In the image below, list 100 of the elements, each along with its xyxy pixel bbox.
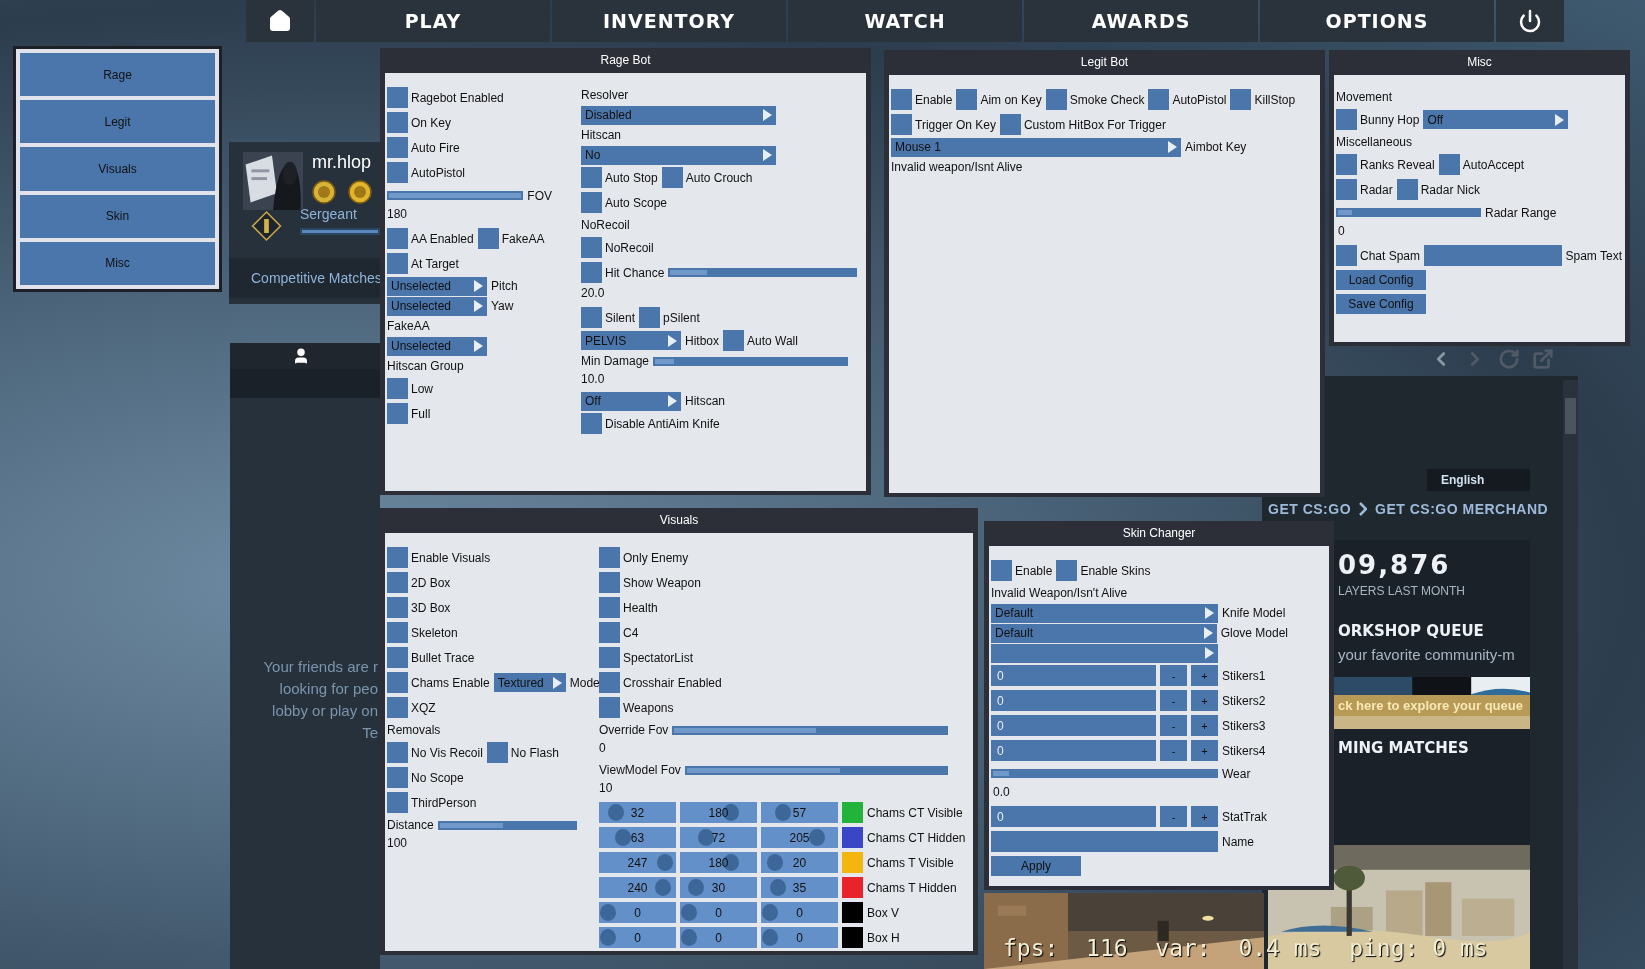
stepper-button[interactable]: + bbox=[1191, 690, 1218, 711]
checkbox[interactable] bbox=[387, 742, 408, 763]
color-slider[interactable]: 240 bbox=[599, 877, 676, 898]
menu-button[interactable]: Skin bbox=[20, 194, 215, 238]
slider[interactable] bbox=[684, 765, 948, 775]
menu-button[interactable]: Misc bbox=[20, 241, 215, 285]
checkbox[interactable] bbox=[1148, 89, 1170, 110]
checkbox[interactable] bbox=[1396, 179, 1418, 200]
color-slider[interactable]: 32 bbox=[599, 802, 676, 823]
checkbox[interactable] bbox=[891, 89, 912, 110]
checkbox[interactable] bbox=[599, 547, 620, 568]
checkbox[interactable] bbox=[387, 228, 408, 249]
checkbox[interactable] bbox=[387, 403, 408, 424]
color-slider[interactable]: 180 bbox=[680, 802, 757, 823]
checkbox[interactable] bbox=[581, 167, 602, 188]
color-slider[interactable]: 57 bbox=[761, 802, 838, 823]
checkbox[interactable] bbox=[1438, 154, 1460, 175]
checkbox[interactable] bbox=[999, 114, 1021, 135]
checkbox[interactable] bbox=[387, 697, 408, 718]
checkbox[interactable] bbox=[581, 192, 602, 213]
color-slider[interactable]: 0 bbox=[761, 902, 838, 923]
color-slider[interactable]: 30 bbox=[680, 877, 757, 898]
checkbox[interactable] bbox=[599, 572, 620, 593]
dropdown[interactable]: Off bbox=[1423, 110, 1569, 129]
menu-button[interactable]: Legit bbox=[20, 100, 215, 144]
slider-thumb[interactable] bbox=[688, 879, 705, 896]
color-swatch[interactable] bbox=[842, 802, 863, 823]
color-slider[interactable]: 20 bbox=[761, 852, 838, 873]
color-slider[interactable]: 72 bbox=[680, 827, 757, 848]
checkbox[interactable] bbox=[599, 622, 620, 643]
stepper-button[interactable]: - bbox=[1160, 806, 1187, 827]
color-slider[interactable]: 0 bbox=[761, 927, 838, 948]
slider-thumb[interactable] bbox=[762, 904, 778, 921]
checkbox[interactable] bbox=[486, 742, 508, 763]
checkbox[interactable] bbox=[387, 547, 408, 568]
checkbox[interactable] bbox=[387, 378, 408, 399]
slider[interactable] bbox=[672, 725, 948, 735]
checkbox[interactable] bbox=[581, 413, 602, 434]
color-slider[interactable]: 0 bbox=[599, 902, 676, 923]
checkbox[interactable] bbox=[387, 253, 408, 274]
dropdown[interactable]: Mouse 1 bbox=[891, 137, 1181, 157]
checkbox[interactable] bbox=[956, 89, 978, 110]
checkbox[interactable] bbox=[387, 597, 408, 618]
dropdown[interactable]: Off bbox=[581, 391, 681, 411]
checkbox[interactable] bbox=[387, 572, 408, 593]
nav-tab[interactable]: PLAY bbox=[316, 0, 550, 42]
slider-thumb[interactable] bbox=[600, 929, 616, 946]
color-slider[interactable]: 205 bbox=[761, 827, 838, 848]
slider-thumb[interactable] bbox=[774, 804, 791, 821]
text-field[interactable]: 0 bbox=[991, 665, 1156, 686]
slider[interactable] bbox=[991, 769, 1218, 778]
person-icon[interactable] bbox=[292, 347, 310, 365]
stepper-button[interactable]: + bbox=[1191, 665, 1218, 686]
color-swatch[interactable] bbox=[842, 902, 863, 923]
color-slider[interactable]: 0 bbox=[680, 902, 757, 923]
scrollbar[interactable] bbox=[1563, 380, 1578, 969]
checkbox[interactable] bbox=[1336, 154, 1357, 175]
stepper-button[interactable]: + bbox=[1191, 715, 1218, 736]
stepper-button[interactable]: - bbox=[1160, 715, 1187, 736]
color-slider[interactable]: 0 bbox=[599, 927, 676, 948]
color-swatch[interactable] bbox=[842, 927, 863, 948]
dropdown[interactable]: Disabled bbox=[581, 105, 776, 125]
checkbox[interactable] bbox=[387, 622, 408, 643]
text-field[interactable]: 0 bbox=[991, 806, 1156, 827]
text-field[interactable] bbox=[991, 831, 1218, 852]
checkbox[interactable] bbox=[387, 112, 408, 133]
color-swatch[interactable] bbox=[842, 852, 863, 873]
checkbox[interactable] bbox=[387, 162, 408, 183]
slider-thumb[interactable] bbox=[762, 929, 778, 946]
slider-thumb[interactable] bbox=[607, 804, 624, 821]
language-selector[interactable]: English bbox=[1427, 469, 1530, 491]
refresh-icon[interactable] bbox=[1498, 348, 1520, 370]
checkbox[interactable] bbox=[599, 697, 620, 718]
dropdown[interactable]: Default bbox=[991, 603, 1218, 623]
slider-thumb[interactable] bbox=[770, 879, 787, 896]
slider[interactable] bbox=[1336, 208, 1481, 217]
nav-tab[interactable]: OPTIONS bbox=[1260, 0, 1494, 42]
checkbox[interactable] bbox=[387, 767, 408, 788]
dropdown[interactable]: Textured bbox=[493, 673, 566, 692]
slider-thumb[interactable] bbox=[681, 929, 697, 946]
home-icon[interactable] bbox=[246, 0, 314, 42]
stepper-button[interactable]: - bbox=[1160, 690, 1187, 711]
dropdown[interactable]: PELVIS bbox=[581, 331, 681, 350]
slider-thumb[interactable] bbox=[614, 829, 631, 846]
text-field[interactable]: 0 bbox=[991, 715, 1156, 736]
slider[interactable] bbox=[653, 356, 849, 366]
color-slider[interactable]: 247 bbox=[599, 852, 676, 873]
color-slider[interactable]: 63 bbox=[599, 827, 676, 848]
power-icon[interactable] bbox=[1496, 0, 1564, 42]
slider-thumb[interactable] bbox=[766, 854, 783, 871]
slider[interactable] bbox=[668, 268, 857, 277]
color-slider[interactable]: 0 bbox=[680, 927, 757, 948]
color-slider[interactable]: 35 bbox=[761, 877, 838, 898]
checkbox[interactable] bbox=[387, 672, 408, 693]
explore-link[interactable]: ck here to explore your queue bbox=[1334, 695, 1530, 716]
dropdown[interactable] bbox=[991, 643, 1218, 663]
action-button[interactable]: Load Config bbox=[1336, 270, 1426, 290]
checkbox[interactable] bbox=[639, 307, 661, 328]
dropdown[interactable]: Unselected bbox=[387, 276, 487, 296]
checkbox[interactable] bbox=[581, 237, 602, 258]
